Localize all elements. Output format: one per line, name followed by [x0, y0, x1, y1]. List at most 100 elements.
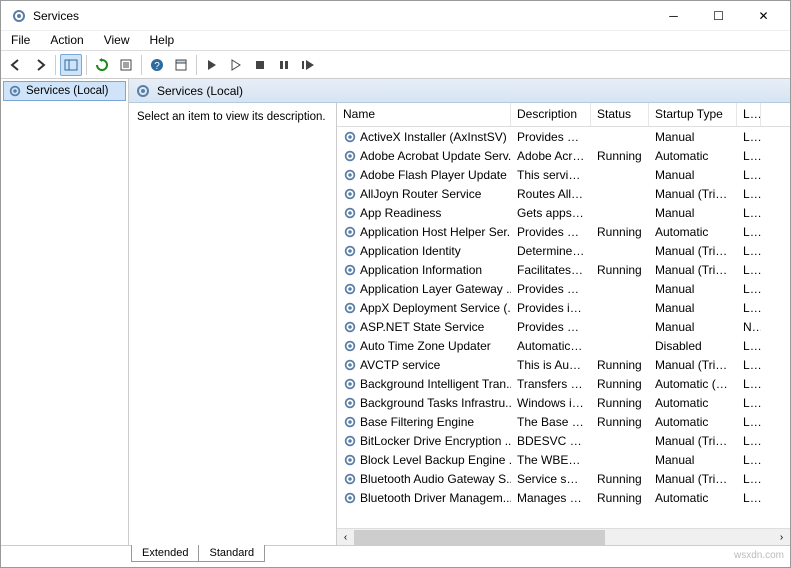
column-logon[interactable]: Lo [737, 103, 761, 126]
tree-root-services-local[interactable]: Services (Local) [3, 81, 126, 101]
column-status[interactable]: Status [591, 103, 649, 126]
maximize-button[interactable]: ☐ [696, 2, 741, 30]
service-gear-icon [343, 396, 357, 410]
minimize-button[interactable]: ─ [651, 2, 696, 30]
scroll-left-arrow[interactable]: ‹ [337, 530, 354, 545]
separator [141, 55, 142, 75]
menu-help[interactable]: Help [148, 33, 177, 48]
menubar: File Action View Help [1, 31, 790, 51]
menu-file[interactable]: File [9, 33, 32, 48]
service-logon: Lo [737, 396, 761, 410]
scroll-right-arrow[interactable]: › [773, 530, 790, 545]
service-name: Background Tasks Infrastru... [337, 396, 511, 410]
service-startup: Manual [649, 320, 737, 334]
service-row[interactable]: ASP.NET State ServiceProvides su...Manua… [337, 317, 790, 336]
scroll-track[interactable] [354, 530, 773, 545]
service-row[interactable]: Background Tasks Infrastru...Windows in.… [337, 393, 790, 412]
service-row[interactable]: Auto Time Zone UpdaterAutomatica...Disab… [337, 336, 790, 355]
service-name-text: Block Level Backup Engine ... [360, 453, 511, 467]
service-row[interactable]: Application Host Helper Ser...Provides a… [337, 222, 790, 241]
menu-view[interactable]: View [102, 33, 132, 48]
service-logon: Lo [737, 453, 761, 467]
service-gear-icon [343, 434, 357, 448]
back-button[interactable] [5, 54, 27, 76]
service-row[interactable]: Block Level Backup Engine ...The WBENG..… [337, 450, 790, 469]
main-header: Services (Local) [129, 79, 790, 103]
service-startup: Automatic [649, 396, 737, 410]
refresh-button[interactable] [91, 54, 113, 76]
menu-action[interactable]: Action [48, 33, 85, 48]
service-startup: Manual (Trig... [649, 263, 737, 277]
service-logon: Lo [737, 282, 761, 296]
service-row[interactable]: Bluetooth Driver Managem...Manages BT...… [337, 488, 790, 507]
svg-text:?: ? [154, 61, 160, 72]
service-startup: Manual (Trig... [649, 187, 737, 201]
close-button[interactable]: ✕ [741, 2, 786, 30]
export-list-button[interactable] [115, 54, 137, 76]
service-startup: Automatic [649, 225, 737, 239]
tab-extended[interactable]: Extended [131, 545, 199, 562]
forward-button[interactable] [29, 54, 51, 76]
service-description: Provides su... [511, 282, 591, 296]
service-gear-icon [343, 282, 357, 296]
service-status: Running [591, 491, 649, 505]
tree-root-label: Services (Local) [26, 85, 108, 97]
service-gear-icon [343, 149, 357, 163]
help-button[interactable]: ? [146, 54, 168, 76]
pause-service-button[interactable] [273, 54, 295, 76]
service-row[interactable]: AllJoyn Router ServiceRoutes AllJo...Man… [337, 184, 790, 203]
service-row[interactable]: BitLocker Drive Encryption ...BDESVC hos… [337, 431, 790, 450]
service-startup: Automatic [649, 415, 737, 429]
service-gear-icon [343, 225, 357, 239]
service-logon: Lo [737, 491, 761, 505]
column-startup[interactable]: Startup Type [649, 103, 737, 126]
service-name-text: AllJoyn Router Service [360, 187, 481, 201]
service-row[interactable]: Application InformationFacilitates t...R… [337, 260, 790, 279]
separator [55, 55, 56, 75]
gear-icon [8, 84, 22, 98]
detail-prompt: Select an item to view its description. [137, 111, 326, 123]
service-row[interactable]: App ReadinessGets apps re...ManualLo [337, 203, 790, 222]
list-header: Name Description Status Startup Type Lo [337, 103, 790, 127]
column-name[interactable]: Name [337, 103, 511, 126]
service-row[interactable]: Adobe Acrobat Update Serv...Adobe Acro..… [337, 146, 790, 165]
start-service-alt-button[interactable] [225, 54, 247, 76]
service-status: Running [591, 358, 649, 372]
service-name-text: Adobe Flash Player Update ... [360, 168, 511, 182]
service-name: BitLocker Drive Encryption ... [337, 434, 511, 448]
service-status: Running [591, 263, 649, 277]
tab-strip: Extended Standard wsxdn.com [1, 545, 790, 567]
service-startup: Manual (Trig... [649, 358, 737, 372]
column-description[interactable]: Description [511, 103, 591, 126]
show-hide-tree-button[interactable] [60, 54, 82, 76]
service-name-text: Application Identity [360, 244, 461, 258]
service-name-text: Auto Time Zone Updater [360, 339, 491, 353]
service-row[interactable]: AVCTP serviceThis is Audi...RunningManua… [337, 355, 790, 374]
start-service-button[interactable] [201, 54, 223, 76]
toolbar: ? [1, 51, 790, 79]
service-gear-icon [343, 491, 357, 505]
service-description: Windows in... [511, 396, 591, 410]
service-name: Application Information [337, 263, 511, 277]
detail-pane: Select an item to view its description. [129, 103, 337, 545]
scroll-thumb[interactable] [354, 530, 605, 545]
horizontal-scrollbar[interactable]: ‹ › [337, 528, 790, 545]
service-name: AllJoyn Router Service [337, 187, 511, 201]
service-row[interactable]: Adobe Flash Player Update ...This servic… [337, 165, 790, 184]
service-row[interactable]: ActiveX Installer (AxInstSV)Provides Us.… [337, 127, 790, 146]
stop-service-button[interactable] [249, 54, 271, 76]
list-body[interactable]: ActiveX Installer (AxInstSV)Provides Us.… [337, 127, 790, 528]
service-name: AppX Deployment Service (... [337, 301, 511, 315]
service-startup: Manual (Trig... [649, 434, 737, 448]
properties-button[interactable] [170, 54, 192, 76]
separator [196, 55, 197, 75]
service-row[interactable]: Application Layer Gateway ...Provides su… [337, 279, 790, 298]
service-row[interactable]: AppX Deployment Service (...Provides inf… [337, 298, 790, 317]
tree-pane[interactable]: Services (Local) [1, 79, 129, 545]
service-row[interactable]: Base Filtering EngineThe Base Fil...Runn… [337, 412, 790, 431]
service-row[interactable]: Application IdentityDetermines ...Manual… [337, 241, 790, 260]
tab-standard[interactable]: Standard [199, 545, 265, 562]
service-row[interactable]: Background Intelligent Tran...Transfers … [337, 374, 790, 393]
restart-service-button[interactable] [297, 54, 319, 76]
service-row[interactable]: Bluetooth Audio Gateway S...Service sup.… [337, 469, 790, 488]
